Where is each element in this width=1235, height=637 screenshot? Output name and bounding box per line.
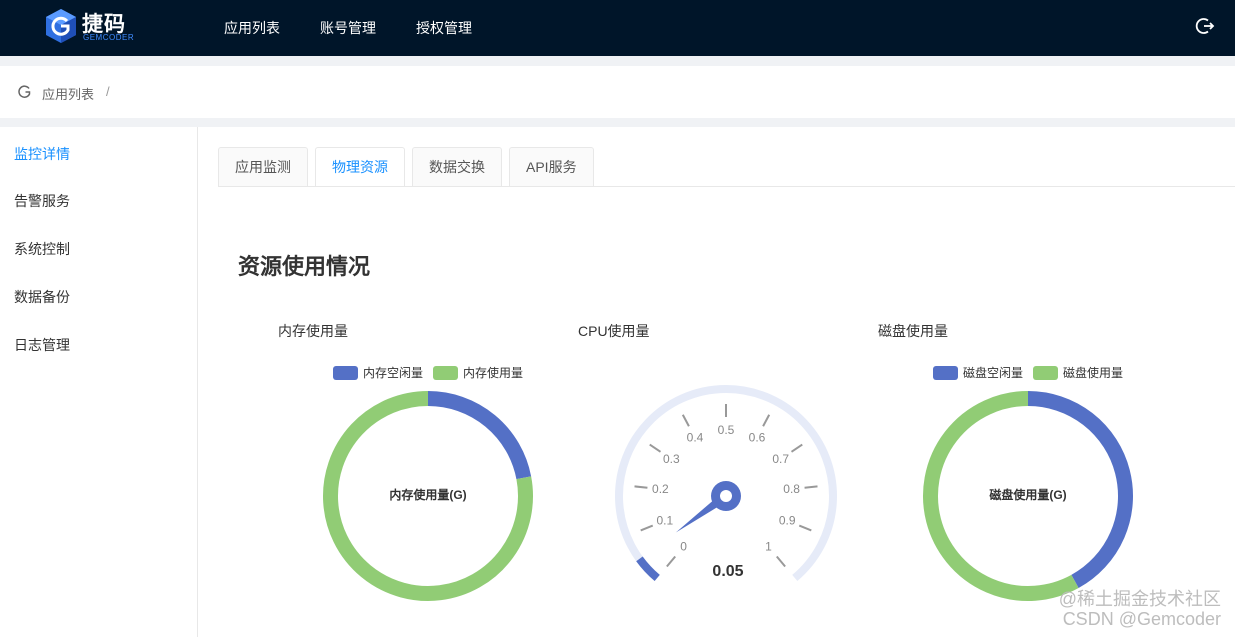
gauge-tick-label: 0.5 [718, 423, 735, 437]
gauge-hub-center [720, 490, 732, 502]
gauge-tick-label: 0.1 [656, 514, 673, 528]
gauge-tick-label: 0.3 [663, 452, 680, 466]
sidebar: 监控详情 告警服务 系统控制 数据备份 日志管理 [0, 127, 198, 637]
nav-license-management[interactable]: 授权管理 [416, 18, 472, 38]
donut-slice-free[interactable] [427, 391, 532, 480]
tab-bar: 应用监测 物理资源 数据交换 API服务 [218, 147, 601, 187]
sidebar-item-alert-service[interactable]: 告警服务 [14, 191, 70, 211]
legend-item[interactable]: 磁盘使用量 [1033, 364, 1123, 381]
legend-item[interactable]: 磁盘空闲量 [933, 364, 1023, 381]
gauge-tick-label: 0.7 [772, 452, 789, 466]
gauge-tick-label: 0.9 [779, 514, 796, 528]
sidebar-item-data-backup[interactable]: 数据备份 [14, 287, 70, 307]
logo-subtitle: GEMCODER [83, 33, 135, 42]
gauge-tick-label: 0.8 [783, 482, 800, 496]
gauge-tick [649, 443, 662, 453]
watermark-line: CSDN @Gemcoder [1062, 609, 1221, 629]
legend-swatch [933, 365, 958, 380]
watermark-line: @稀土掘金技术社区 [1058, 589, 1221, 609]
gauge-tick-label: 0 [680, 540, 687, 554]
memory-legend: 内存空闲量 内存使用量 [333, 364, 533, 381]
gauge-tick-label: 1 [765, 540, 772, 554]
gauge-tick [666, 555, 676, 568]
section-title: 资源使用情况 [238, 254, 371, 279]
disk-donut-center-label: 磁盘使用量(G) [989, 488, 1067, 502]
gauge-progress [636, 556, 660, 582]
legend-swatch [433, 365, 459, 380]
nav-account-management[interactable]: 账号管理 [320, 18, 376, 38]
disk-legend: 磁盘空闲量 磁盘使用量 [933, 364, 1133, 381]
gauge-tick-label: 0.2 [652, 482, 669, 496]
tab-physical-resources[interactable]: 物理资源 [315, 147, 405, 187]
gauge-tick-label: 0.6 [749, 431, 766, 445]
watermark: @稀土掘金技术社区 CSDN @Gemcoder [1059, 589, 1221, 629]
top-header: 捷码 GEMCODER 应用列表 账号管理 授权管理 [0, 0, 1235, 56]
disk-chart-title: 磁盘使用量 [878, 323, 948, 339]
spacer [0, 56, 1235, 66]
gauge-tick [640, 524, 654, 532]
tab-app-monitoring[interactable]: 应用监测 [218, 147, 308, 187]
legend-label: 磁盘使用量 [1063, 366, 1124, 380]
breadcrumb: 应用列表 / [0, 66, 1235, 118]
gauge-tick [790, 443, 803, 453]
main-content: 应用监测 物理资源 数据交换 API服务 资源使用情况 内存使用量 内存空闲量 … [198, 127, 1235, 637]
gauge-tick [804, 485, 818, 489]
legend-item[interactable]: 内存空闲量 [333, 364, 423, 381]
memory-donut-center-label: 内存使用量(G) [389, 488, 467, 502]
back-icon[interactable] [18, 85, 32, 99]
logo-cube-icon [46, 9, 76, 43]
legend-label: 内存使用量 [463, 366, 524, 380]
legend-label: 内存空闲量 [363, 366, 424, 380]
logout-icon[interactable] [1195, 16, 1215, 36]
spacer [0, 118, 1235, 127]
cpu-chart-title: CPU使用量 [578, 323, 650, 339]
nav-app-list[interactable]: 应用列表 [224, 18, 280, 38]
top-nav: 应用列表 账号管理 授权管理 [224, 0, 512, 56]
gauge-tick [681, 414, 690, 427]
gauge-tick [776, 555, 786, 568]
cpu-gauge-value: 0.05 [712, 563, 744, 580]
gauge-tick-label: 0.4 [687, 431, 704, 445]
tab-api-service[interactable]: API服务 [509, 147, 594, 187]
legend-item[interactable]: 内存使用量 [433, 364, 523, 381]
sidebar-item-log-management[interactable]: 日志管理 [14, 335, 70, 355]
logo[interactable]: 捷码 GEMCODER [44, 8, 164, 46]
legend-label: 磁盘空闲量 [963, 366, 1024, 380]
breadcrumb-separator: / [106, 84, 110, 99]
memory-chart-title: 内存使用量 [278, 323, 348, 339]
tab-data-exchange[interactable]: 数据交换 [412, 147, 502, 187]
breadcrumb-item-app-list[interactable]: 应用列表 [42, 84, 94, 103]
tab-divider [218, 186, 1235, 187]
gauge-tick [634, 485, 648, 489]
sidebar-item-system-control[interactable]: 系统控制 [14, 239, 70, 259]
gauge-tick [798, 524, 812, 532]
gauge-tick [762, 414, 771, 427]
sidebar-item-monitor-details[interactable]: 监控详情 [14, 144, 70, 164]
legend-swatch [1033, 365, 1059, 380]
legend-swatch [333, 365, 358, 380]
